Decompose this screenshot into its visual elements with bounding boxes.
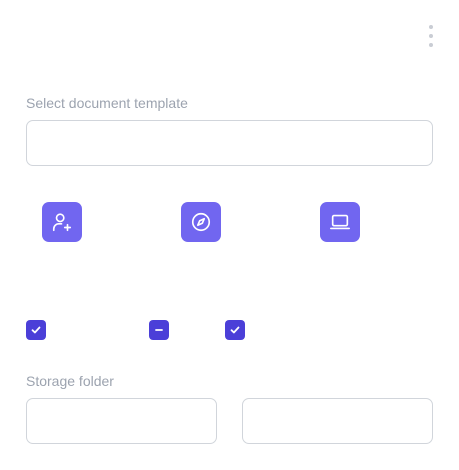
kebab-dot xyxy=(429,34,433,38)
minus-icon xyxy=(155,329,163,331)
compass-button[interactable] xyxy=(181,202,221,242)
more-options-icon[interactable] xyxy=(424,25,438,47)
check-icon xyxy=(31,326,41,334)
checkbox-indeterminate[interactable] xyxy=(149,320,169,340)
storage-folder-input-2[interactable] xyxy=(242,398,433,444)
checkbox-checked[interactable] xyxy=(225,320,245,340)
user-plus-icon xyxy=(52,213,72,232)
kebab-dot xyxy=(429,25,433,29)
laptop-icon xyxy=(330,214,350,230)
check-icon xyxy=(230,326,240,334)
checkbox-checked[interactable] xyxy=(26,320,46,340)
storage-folder-label: Storage folder xyxy=(26,373,114,389)
template-input[interactable] xyxy=(26,120,433,166)
template-label: Select document template xyxy=(26,95,188,111)
storage-folder-input-1[interactable] xyxy=(26,398,217,444)
add-user-button[interactable] xyxy=(42,202,82,242)
compass-icon xyxy=(191,212,211,232)
laptop-button[interactable] xyxy=(320,202,360,242)
kebab-dot xyxy=(429,43,433,47)
